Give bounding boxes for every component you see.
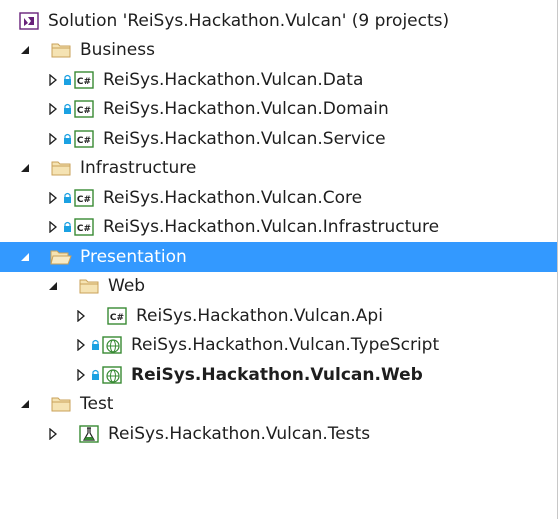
folder-label-presentation: Presentation bbox=[80, 246, 187, 267]
project-label-typescript: ReiSys.Hackathon.Vulcan.TypeScript bbox=[131, 335, 440, 356]
svg-text:C#: C# bbox=[77, 224, 91, 234]
folder-label-business: Business bbox=[80, 40, 155, 61]
tree-row-folder-web[interactable]: Web bbox=[0, 272, 557, 302]
lock-icon bbox=[90, 338, 100, 352]
svg-text:C#: C# bbox=[77, 195, 91, 205]
web-project-icon bbox=[101, 335, 123, 355]
lock-icon bbox=[62, 73, 72, 87]
tree-row-solution[interactable]: Solution 'ReiSys.Hackathon.Vulcan' (9 pr… bbox=[0, 6, 557, 36]
expand-arrow-icon[interactable] bbox=[44, 218, 62, 236]
lock-icon bbox=[62, 132, 72, 146]
expand-arrow-icon[interactable] bbox=[44, 71, 62, 89]
svg-text:C#: C# bbox=[110, 313, 124, 323]
csharp-project-icon: C# bbox=[106, 306, 128, 326]
project-label-infrastructure: ReiSys.Hackathon.Vulcan.Infrastructure bbox=[103, 217, 440, 238]
folder-icon bbox=[50, 158, 72, 178]
project-label-tests: ReiSys.Hackathon.Vulcan.Tests bbox=[108, 423, 371, 444]
lock-icon bbox=[62, 191, 72, 205]
collapse-arrow-icon[interactable] bbox=[16, 159, 34, 177]
project-label-domain: ReiSys.Hackathon.Vulcan.Domain bbox=[103, 99, 389, 120]
tree-row-project-core[interactable]: C# ReiSys.Hackathon.Vulcan.Core bbox=[0, 183, 557, 213]
collapse-arrow-icon[interactable] bbox=[44, 277, 62, 295]
solution-explorer-tree: Solution 'ReiSys.Hackathon.Vulcan' (9 pr… bbox=[0, 0, 558, 519]
csharp-project-icon: C# bbox=[73, 217, 95, 237]
svg-text:C#: C# bbox=[77, 136, 91, 146]
expand-arrow-icon[interactable] bbox=[44, 100, 62, 118]
folder-icon bbox=[50, 394, 72, 414]
collapse-arrow-icon[interactable] bbox=[16, 41, 34, 59]
folder-label-web: Web bbox=[108, 276, 146, 297]
csharp-project-icon: C# bbox=[73, 188, 95, 208]
folder-icon bbox=[50, 40, 72, 60]
tree-row-project-typescript[interactable]: ReiSys.Hackathon.Vulcan.TypeScript bbox=[0, 331, 557, 361]
tree-row-project-web[interactable]: ReiSys.Hackathon.Vulcan.Web bbox=[0, 360, 557, 390]
expand-arrow-icon[interactable] bbox=[44, 130, 62, 148]
tree-row-project-service[interactable]: C# ReiSys.Hackathon.Vulcan.Service bbox=[0, 124, 557, 154]
svg-text:C#: C# bbox=[77, 106, 91, 116]
project-label-core: ReiSys.Hackathon.Vulcan.Core bbox=[103, 187, 363, 208]
project-label-data: ReiSys.Hackathon.Vulcan.Data bbox=[103, 69, 364, 90]
expand-arrow-icon[interactable] bbox=[72, 307, 90, 325]
csharp-project-icon: C# bbox=[73, 129, 95, 149]
expand-arrow-icon[interactable] bbox=[44, 189, 62, 207]
collapse-arrow-icon[interactable] bbox=[16, 395, 34, 413]
tree-row-folder-presentation[interactable]: Presentation bbox=[0, 242, 557, 272]
folder-label-test: Test bbox=[80, 394, 114, 415]
expand-arrow-icon[interactable] bbox=[44, 425, 62, 443]
visual-studio-solution-icon bbox=[18, 11, 40, 31]
web-project-icon bbox=[101, 365, 123, 385]
folder-label-infrastructure: Infrastructure bbox=[80, 158, 197, 179]
lock-icon bbox=[62, 220, 72, 234]
tree-row-project-data[interactable]: C# ReiSys.Hackathon.Vulcan.Data bbox=[0, 65, 557, 95]
project-label-api: ReiSys.Hackathon.Vulcan.Api bbox=[136, 305, 383, 326]
csharp-project-icon: C# bbox=[73, 99, 95, 119]
tree-row-project-tests[interactable]: ReiSys.Hackathon.Vulcan.Tests bbox=[0, 419, 557, 449]
expand-arrow-icon[interactable] bbox=[72, 366, 90, 384]
svg-text:C#: C# bbox=[77, 77, 91, 87]
tree-row-project-infrastructure[interactable]: C# ReiSys.Hackathon.Vulcan.Infrastructur… bbox=[0, 213, 557, 243]
folder-open-icon bbox=[50, 247, 72, 267]
tree-row-project-domain[interactable]: C# ReiSys.Hackathon.Vulcan.Domain bbox=[0, 95, 557, 125]
project-label-web: ReiSys.Hackathon.Vulcan.Web bbox=[131, 364, 423, 385]
tree-row-folder-test[interactable]: Test bbox=[0, 390, 557, 420]
test-project-icon bbox=[78, 424, 100, 444]
tree-row-folder-infrastructure[interactable]: Infrastructure bbox=[0, 154, 557, 184]
expand-arrow-icon[interactable] bbox=[72, 336, 90, 354]
tree-row-folder-business[interactable]: Business bbox=[0, 36, 557, 66]
csharp-project-icon: C# bbox=[73, 70, 95, 90]
folder-icon bbox=[78, 276, 100, 296]
solution-label: Solution 'ReiSys.Hackathon.Vulcan' (9 pr… bbox=[48, 10, 450, 31]
collapse-arrow-icon[interactable] bbox=[16, 248, 34, 266]
lock-icon bbox=[62, 102, 72, 116]
tree-row-project-api[interactable]: C# ReiSys.Hackathon.Vulcan.Api bbox=[0, 301, 557, 331]
project-label-service: ReiSys.Hackathon.Vulcan.Service bbox=[103, 128, 386, 149]
lock-icon bbox=[90, 368, 100, 382]
